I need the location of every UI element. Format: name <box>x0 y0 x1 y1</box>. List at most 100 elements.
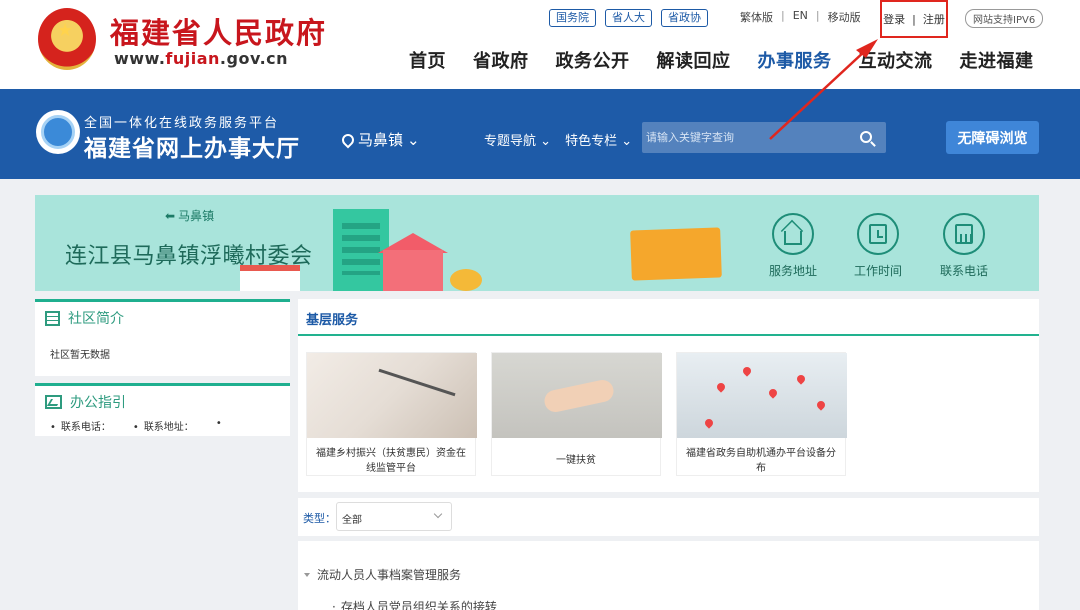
map-pin-icon <box>703 417 715 429</box>
quick-label: 服务地址 <box>768 264 817 278</box>
site-url-accent: fujian <box>165 49 220 68</box>
lang-sep-2: | <box>815 9 820 22</box>
contact-list: 联系电话： 联系地址： <box>35 412 290 433</box>
type-select[interactable]: 全部 <box>336 502 452 531</box>
chevron-down-icon: ⌄ <box>621 134 633 149</box>
login-link[interactable]: 登录 <box>883 11 905 27</box>
site-url-suffix: .gov.cn <box>219 49 289 68</box>
service-title: 福建乡村振兴（扶贫惠民）资金在线监管平台 <box>316 447 466 474</box>
hall-logo-icon <box>36 110 80 154</box>
link-cppcc[interactable]: 省政协 <box>661 9 708 27</box>
chevron-down-icon: ⌄ <box>540 134 552 149</box>
lang-links: 繁体版 | EN | 移动版 <box>740 9 861 25</box>
illustration-tree <box>450 269 482 291</box>
hall-nav: 专题导航 ⌄ 特色专栏 ⌄ <box>484 130 632 149</box>
online-hall-bar: 全国一体化在线政务服务平台 福建省网上办事大厅 马鼻镇 ⌄ 专题导航 ⌄ 特色专… <box>0 89 1080 179</box>
site-url: www.fujian.gov.cn <box>114 49 288 68</box>
nav-services[interactable]: 办事服务 <box>758 47 832 73</box>
document-icon <box>45 310 60 326</box>
tree-node-label: 流动人员人事档案管理服务 <box>317 568 462 582</box>
phone-icon <box>943 213 985 255</box>
search-input[interactable] <box>642 122 842 153</box>
community-heading: 社区简介 <box>68 311 124 327</box>
service-card[interactable]: 一键扶贫 <box>491 352 662 476</box>
link-mobile[interactable]: 移动版 <box>828 9 861 25</box>
contact-address: 联系地址： <box>133 418 194 433</box>
nav-home[interactable]: 首页 <box>409 47 446 73</box>
community-text: 社区暂无数据 <box>50 350 110 361</box>
location-selector[interactable]: 马鼻镇 ⌄ <box>339 129 420 150</box>
lang-sep-1: | <box>781 9 785 22</box>
type-filter: 类型： 全部 <box>298 498 1039 536</box>
register-link[interactable]: 注册 <box>923 11 945 27</box>
nav-public-affairs[interactable]: 政务公开 <box>556 47 630 73</box>
tree-child-item[interactable]: 存档人员党员组织关系的接转 <box>332 598 497 610</box>
office-guide-heading: 办公指引 <box>70 395 126 411</box>
service-card[interactable]: 福建乡村振兴（扶贫惠民）资金在线监管平台 <box>306 352 477 476</box>
service-title: 一键扶贫 <box>556 455 596 466</box>
expand-triangle-icon[interactable] <box>304 572 310 577</box>
site-header: 福建省人民政府 www.fujian.gov.cn 国务院 省人大 省政协 繁体… <box>0 0 1080 89</box>
nav-featured[interactable]: 特色专栏 ⌄ <box>565 130 632 149</box>
map-pin-icon <box>715 381 727 393</box>
nav-topics[interactable]: 专题导航 ⌄ <box>484 130 551 149</box>
illustration-house <box>383 250 443 291</box>
quick-label: 联系电话 <box>939 264 988 278</box>
service-card[interactable]: 福建省政务自助机通办平台设备分布 <box>676 352 847 476</box>
quick-service-address[interactable]: 服务地址 <box>758 213 828 279</box>
map-pin-icon <box>741 365 753 377</box>
main-nav: 首页 省政府 政务公开 解读回应 办事服务 互动交流 走进福建 <box>409 47 1034 73</box>
panel-heading: 社区简介 <box>35 302 290 328</box>
community-intro-panel: 社区简介 社区暂无数据 <box>35 299 290 376</box>
village-name: 连江县马鼻镇浮曦村委会 <box>65 244 313 269</box>
link-english[interactable]: EN <box>793 9 808 25</box>
hall-title[interactable]: 福建省网上办事大厅 <box>84 129 300 163</box>
link-provincial-congress[interactable]: 省人大 <box>605 9 652 27</box>
back-link[interactable]: ⬅ 马鼻镇 <box>165 207 214 224</box>
search-icon[interactable] <box>860 131 872 143</box>
accessibility-button[interactable]: 无障碍浏览 <box>946 121 1039 154</box>
filter-label: 类型： <box>303 512 336 525</box>
quick-contact-phone[interactable]: 联系电话 <box>929 213 999 279</box>
nav-about-fujian[interactable]: 走进福建 <box>960 47 1034 73</box>
map-pin-icon <box>767 387 779 399</box>
search-box <box>642 122 886 153</box>
grassroots-services: 基层服务 福建乡村振兴（扶贫惠民）资金在线监管平台 一键扶贫 福建省政务自助机通… <box>298 299 1039 492</box>
illustration-signboard <box>630 227 722 281</box>
location-label: 马鼻镇 <box>358 131 404 149</box>
location-pin-icon <box>339 131 357 148</box>
chevron-down-icon <box>433 509 443 519</box>
office-guide-panel: 办公指引 联系电话： 联系地址： <box>35 383 290 436</box>
back-arrow-icon: ⬅ <box>165 208 176 223</box>
auth-highlight-box: 登录 | 注册 <box>880 0 948 38</box>
link-state-council[interactable]: 国务院 <box>549 9 596 27</box>
contact-phone: 联系电话： <box>50 418 111 433</box>
clock-icon <box>857 213 899 255</box>
nav-interpretation[interactable]: 解读回应 <box>657 47 731 73</box>
link-traditional[interactable]: 繁体版 <box>740 9 773 25</box>
national-emblem-icon <box>38 8 96 70</box>
nav-interaction[interactable]: 互动交流 <box>859 47 933 73</box>
ipv6-badge: 网站支持IPV6 <box>965 9 1044 28</box>
site-url-prefix: www. <box>114 49 166 68</box>
site-title[interactable]: 福建省人民政府 <box>110 10 327 52</box>
service-thumbnail-map <box>677 353 847 438</box>
nav-featured-label: 特色专栏 <box>565 134 618 149</box>
map-pin-icon <box>815 399 827 411</box>
chevron-down-icon: ⌄ <box>407 130 420 149</box>
service-title: 福建省政务自助机通办平台设备分布 <box>686 447 836 474</box>
services-heading: 基层服务 <box>298 299 1039 336</box>
nav-topics-label: 专题导航 <box>484 134 537 149</box>
tree-node[interactable]: 流动人员人事档案管理服务 <box>304 566 461 583</box>
nav-government[interactable]: 省政府 <box>473 47 529 73</box>
quick-label: 工作时间 <box>853 264 902 278</box>
quick-work-hours[interactable]: 工作时间 <box>843 213 913 279</box>
service-thumbnail <box>307 353 477 438</box>
service-tree: 流动人员人事档案管理服务 存档人员党员组织关系的接转 <box>298 541 1039 610</box>
back-label: 马鼻镇 <box>178 209 215 223</box>
monitor-chart-icon <box>45 395 62 409</box>
top-links: 国务院 省人大 省政协 <box>549 9 708 27</box>
map-pin-icon <box>795 373 807 385</box>
contact-extra <box>216 418 227 433</box>
panel-heading: 办公指引 <box>35 386 290 412</box>
